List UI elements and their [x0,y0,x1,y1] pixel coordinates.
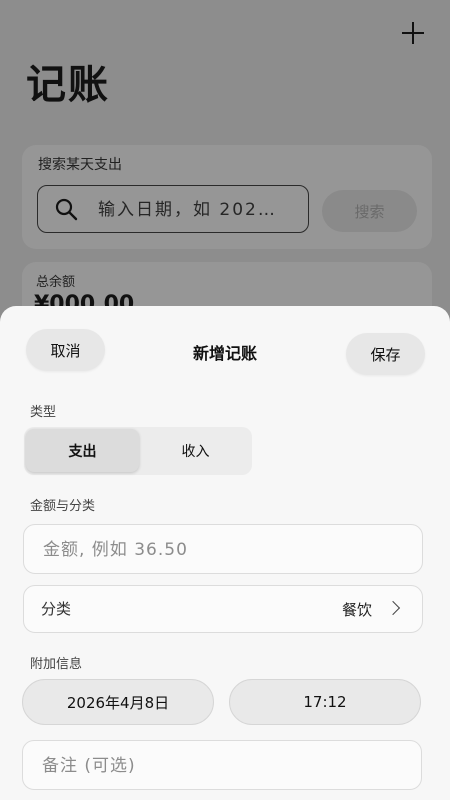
search-card: 搜索某天支出 搜索 [22,145,432,249]
search-icon [55,198,78,221]
amount-field[interactable] [23,524,423,575]
category-row[interactable]: 分类 餐饮 [23,585,423,633]
time-picker-button[interactable]: 17:12 [229,679,421,725]
type-section-label: 类型 [30,405,57,420]
note-input[interactable] [40,741,404,791]
add-record-sheet: 取消 新增记账 保存 类型 支出 收入 金额与分类 分类 餐饮 附加信息 202… [0,306,450,800]
type-option-expense[interactable]: 支出 [26,429,139,472]
amount-section-label: 金额与分类 [30,499,96,514]
type-option-income[interactable]: 收入 [139,429,252,472]
balance-label: 总余额 [36,275,76,290]
type-segmented-control: 支出 收入 [24,427,252,475]
search-box[interactable] [37,185,309,233]
amount-input[interactable] [41,525,405,575]
date-search-input[interactable] [96,196,300,224]
extra-section-label: 附加信息 [30,657,83,672]
save-button[interactable]: 保存 [346,333,425,375]
note-field[interactable] [22,740,422,791]
date-picker-button[interactable]: 2026年4月8日 [22,679,214,725]
search-card-title: 搜索某天支出 [38,157,122,173]
category-label: 分类 [41,600,72,618]
chevron-right-icon [385,600,401,616]
page-title: 记账 [26,62,110,108]
search-button[interactable]: 搜索 [322,190,417,232]
add-icon[interactable] [398,18,428,48]
category-value: 餐饮 [341,601,372,619]
